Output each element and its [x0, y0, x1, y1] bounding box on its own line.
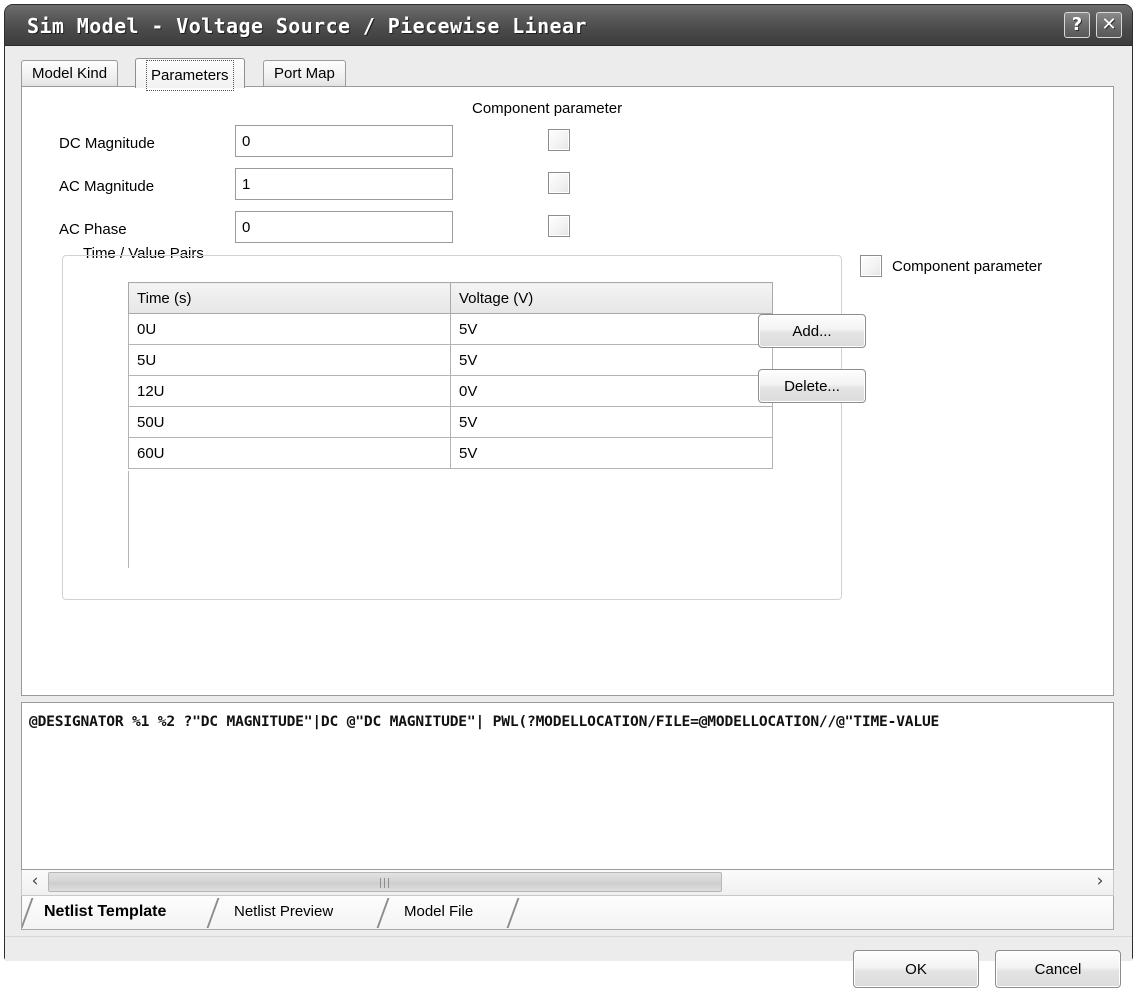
parameters-panel: Component parameter DC Magnitude AC Magn…: [21, 86, 1114, 696]
ok-button[interactable]: OK: [853, 950, 979, 988]
bottom-tab-model-file[interactable]: Model File: [404, 896, 473, 928]
cell-voltage[interactable]: 5V: [450, 406, 773, 438]
dc-magnitude-label: DC Magnitude: [59, 135, 155, 152]
table-row[interactable]: 0U 5V: [128, 313, 773, 345]
horizontal-scrollbar[interactable]: ‹ ›: [21, 870, 1114, 896]
netlist-template-text: @DESIGNATOR %1 %2 ?"DC MAGNITUDE"|DC @"D…: [29, 713, 940, 730]
tab-parameters-label: Parameters: [146, 60, 234, 91]
scrollbar-grip-icon: [380, 878, 390, 888]
cell-voltage[interactable]: 5V: [450, 437, 773, 469]
dc-magnitude-input[interactable]: [235, 125, 453, 157]
ac-magnitude-input[interactable]: [235, 168, 453, 200]
time-value-component-parameter-label: Component parameter: [892, 258, 1043, 275]
ac-phase-component-parameter-checkbox[interactable]: [548, 215, 570, 237]
time-value-grid: Time (s) Voltage (V) 0U 5V 5U 5V 12U 0V …: [128, 282, 773, 469]
table-header-row: Time (s) Voltage (V): [128, 282, 773, 314]
close-icon[interactable]: ✕: [1096, 12, 1122, 38]
dialog-body: Model Kind Parameters Port Map Component…: [5, 46, 1132, 988]
cell-time[interactable]: 5U: [128, 344, 451, 376]
ac-phase-label: AC Phase: [59, 221, 127, 238]
ac-magnitude-label: AC Magnitude: [59, 178, 155, 195]
column-header-voltage: Voltage (V): [450, 282, 773, 314]
tab-separator-icon: [376, 898, 408, 928]
time-value-component-parameter-checkbox[interactable]: [860, 255, 882, 277]
ac-phase-input[interactable]: [235, 211, 453, 243]
tab-separator-icon: [506, 898, 538, 928]
tab-model-kind-label: Model Kind: [32, 65, 108, 82]
bottom-tab-netlist-template[interactable]: Netlist Template: [44, 896, 166, 928]
tab-strip: Model Kind Parameters Port Map: [21, 58, 1111, 91]
cell-voltage[interactable]: 5V: [450, 344, 773, 376]
scroll-left-icon[interactable]: ‹: [24, 870, 46, 894]
delete-button[interactable]: Delete...: [758, 369, 866, 403]
table-row[interactable]: 50U 5V: [128, 406, 773, 438]
component-parameter-header: Component parameter: [472, 100, 623, 117]
window-title: Sim Model - Voltage Source / Piecewise L…: [27, 14, 587, 38]
cancel-button[interactable]: Cancel: [995, 950, 1121, 988]
bottom-tab-strip: Netlist Template Netlist Preview Model F…: [21, 896, 1114, 930]
cell-time[interactable]: 50U: [128, 406, 451, 438]
scroll-right-icon[interactable]: ›: [1089, 870, 1111, 894]
netlist-template-textarea[interactable]: @DESIGNATOR %1 %2 ?"DC MAGNITUDE"|DC @"D…: [21, 702, 1114, 870]
cell-voltage[interactable]: 5V: [450, 313, 773, 345]
sim-model-dialog: Sim Model - Voltage Source / Piecewise L…: [4, 4, 1133, 988]
help-icon[interactable]: ?: [1064, 12, 1090, 38]
add-button[interactable]: Add...: [758, 314, 866, 348]
footer-divider: [5, 936, 1132, 937]
table-row[interactable]: 12U 0V: [128, 375, 773, 407]
ac-magnitude-component-parameter-checkbox[interactable]: [548, 172, 570, 194]
title-bar: Sim Model - Voltage Source / Piecewise L…: [5, 5, 1132, 46]
time-value-pairs-group: Time (s) Voltage (V) 0U 5V 5U 5V 12U 0V …: [62, 255, 866, 600]
grid-empty-area: [128, 471, 131, 568]
tab-separator-icon: [206, 898, 238, 928]
tab-model-kind[interactable]: Model Kind: [21, 60, 119, 86]
column-header-time: Time (s): [128, 282, 451, 314]
cell-time[interactable]: 0U: [128, 313, 451, 345]
bottom-tab-netlist-preview[interactable]: Netlist Preview: [234, 896, 333, 928]
table-row[interactable]: 5U 5V: [128, 344, 773, 376]
tab-port-map-label: Port Map: [274, 65, 335, 82]
dc-magnitude-component-parameter-checkbox[interactable]: [548, 129, 570, 151]
scrollbar-thumb[interactable]: [48, 872, 722, 892]
cell-time[interactable]: 12U: [128, 375, 451, 407]
tab-parameters[interactable]: Parameters: [135, 58, 245, 91]
tab-port-map[interactable]: Port Map: [263, 60, 346, 86]
cell-time[interactable]: 60U: [128, 437, 451, 469]
table-row[interactable]: 60U 5V: [128, 437, 773, 469]
cell-voltage[interactable]: 0V: [450, 375, 773, 407]
